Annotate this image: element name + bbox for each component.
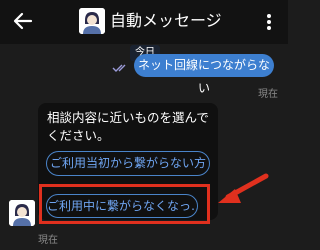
arrow-pointer-icon [212, 170, 272, 210]
message-timestamp: 現在 [38, 235, 58, 246]
option-button-from-start[interactable]: ご利用当初から繋がらない方 [46, 151, 210, 176]
sent-message-bubble: ネット回線につながらない [134, 54, 274, 95]
avatar[interactable] [79, 8, 105, 34]
highlight-box [39, 184, 210, 224]
page-title: 自動メッセージ [110, 11, 222, 30]
bot-prompt-text: 相談内容に近いものを選んでください。 [47, 110, 209, 143]
chat-header: 自動メッセージ [0, 0, 288, 44]
more-vertical-icon[interactable] [262, 10, 276, 34]
message-timestamp: 現在 [258, 89, 278, 100]
bot-avatar[interactable] [9, 200, 35, 226]
arrow-left-icon[interactable] [10, 8, 36, 34]
read-receipt-icon [112, 63, 130, 73]
